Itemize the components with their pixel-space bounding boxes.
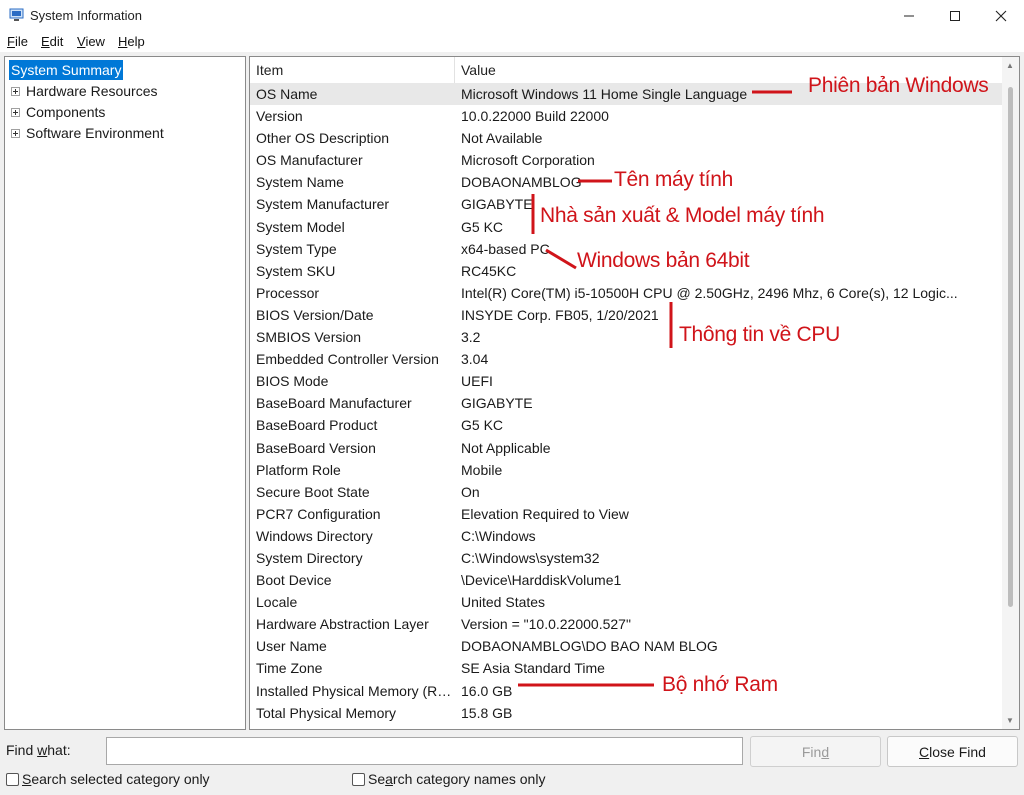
- find-button[interactable]: Find: [750, 736, 881, 767]
- close-find-button[interactable]: Close Find: [887, 736, 1018, 767]
- search-category-names-checkbox[interactable]: Search category names only: [352, 771, 545, 787]
- annotation-cpu-info: Thông tin về CPU: [679, 323, 840, 346]
- annotation-windows-64bit: Windows bản 64bit: [577, 249, 750, 272]
- checkbox-label: Search category names only: [368, 771, 546, 787]
- annotation-computer-name: Tên máy tính: [614, 168, 733, 191]
- find-what-label: Find what:: [6, 742, 71, 758]
- annotation-manufacturer-model: Nhà sản xuất & Model máy tính: [540, 204, 825, 227]
- find-what-input[interactable]: [106, 737, 743, 765]
- annotation-ram: Bộ nhớ Ram: [662, 673, 778, 696]
- search-selected-category-checkbox[interactable]: Search selected category only: [6, 771, 210, 787]
- checkbox-box[interactable]: [6, 772, 19, 786]
- annotation-line-64bit: [545, 248, 577, 270]
- find-bar: Find what: Find Close Find Search select…: [0, 733, 1024, 795]
- checkbox-label: Search selected category only: [22, 771, 210, 787]
- annotation-lines: [518, 90, 792, 687]
- annotation-windows-edition: Phiên bản Windows: [808, 74, 989, 97]
- checkbox-box[interactable]: [352, 772, 365, 786]
